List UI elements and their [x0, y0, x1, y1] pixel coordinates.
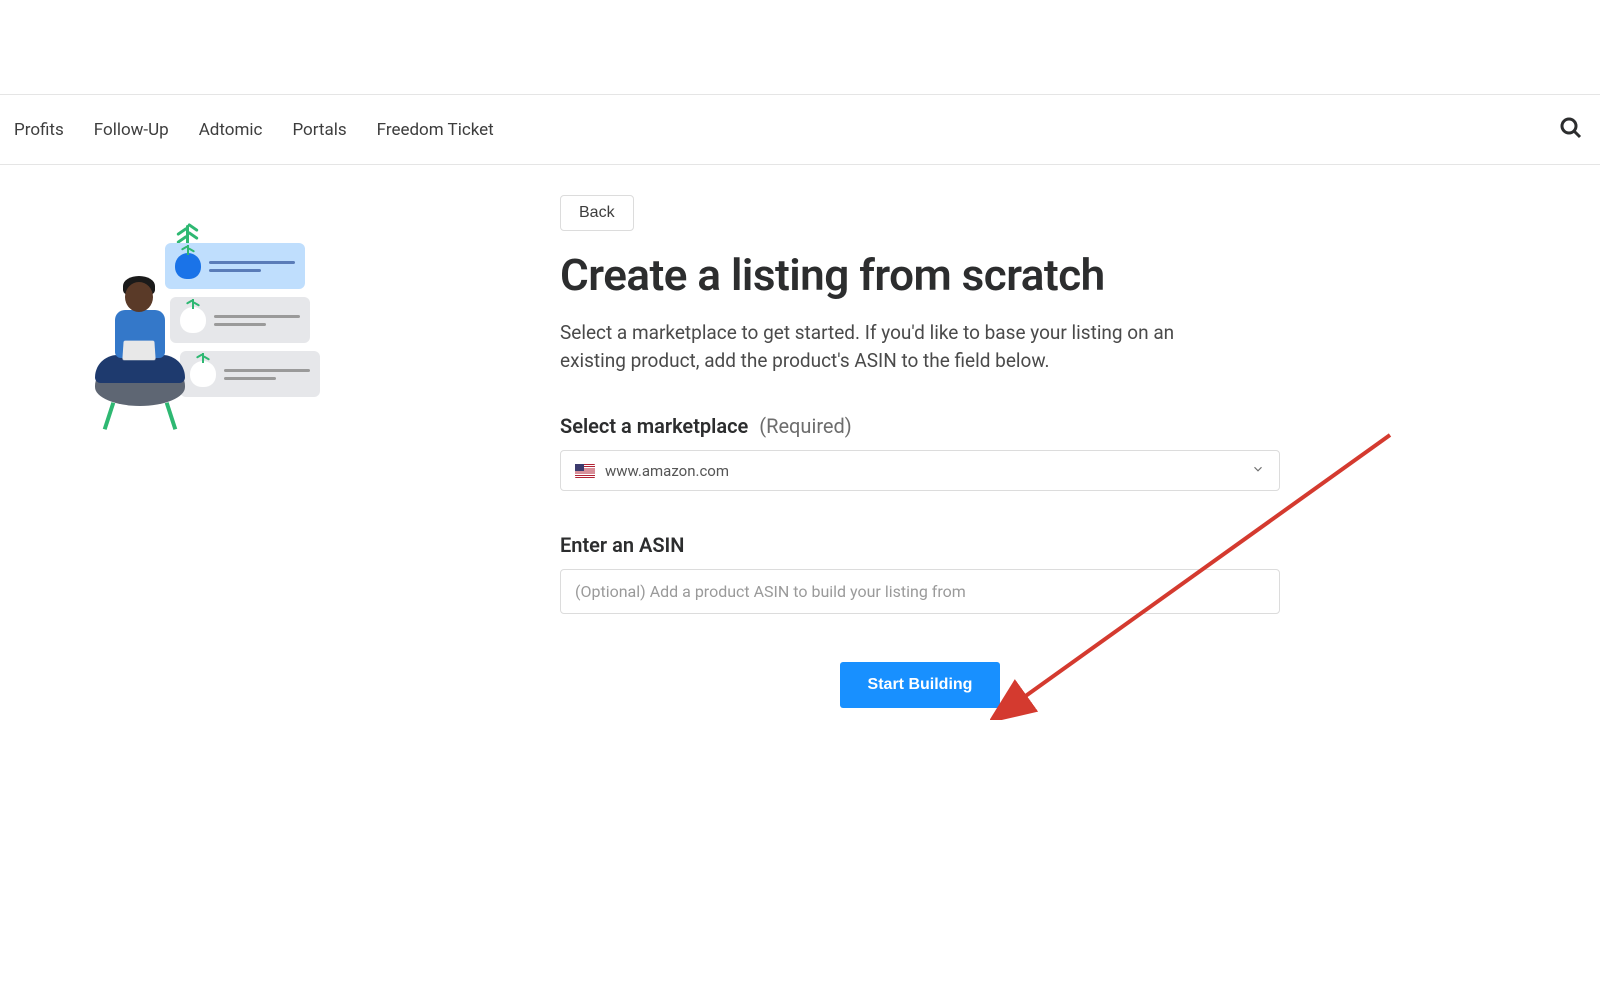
asin-label: Enter an ASIN — [560, 533, 1280, 557]
search-icon[interactable] — [1559, 116, 1588, 144]
content-column: Back Create a listing from scratch Selec… — [480, 195, 1280, 708]
illustration-card — [180, 351, 320, 397]
listing-illustration — [70, 235, 330, 445]
marketplace-label-text: Select a marketplace — [560, 414, 748, 438]
back-button[interactable]: Back — [560, 195, 634, 231]
nav-link-freedom-ticket[interactable]: Freedom Ticket — [377, 120, 494, 140]
start-building-button[interactable]: Start Building — [840, 662, 1001, 708]
nav-links: Profits Follow-Up Adtomic Portals Freedo… — [12, 120, 494, 140]
us-flag-icon — [575, 464, 595, 478]
marketplace-required-suffix: (Required) — [759, 414, 851, 438]
nav-link-portals[interactable]: Portals — [292, 120, 346, 140]
nav-link-profits[interactable]: Profits — [14, 120, 64, 140]
cta-wrap: Start Building — [560, 662, 1280, 708]
marketplace-select[interactable]: www.amazon.com — [560, 450, 1280, 491]
page-title: Create a listing from scratch — [560, 249, 1280, 301]
nav-link-adtomic[interactable]: Adtomic — [199, 120, 263, 140]
chevron-down-icon — [1251, 461, 1265, 480]
page-description: Select a marketplace to get started. If … — [560, 319, 1240, 374]
person-illustration — [85, 290, 195, 430]
nav-link-followup[interactable]: Follow-Up — [94, 120, 169, 140]
marketplace-selected-value: www.amazon.com — [605, 462, 729, 480]
nav-bar: Profits Follow-Up Adtomic Portals Freedo… — [0, 95, 1600, 165]
marketplace-label: Select a marketplace (Required) — [560, 414, 1280, 438]
main-content: Back Create a listing from scratch Selec… — [0, 165, 1600, 708]
asin-input[interactable] — [560, 569, 1280, 614]
illustration-column — [0, 195, 480, 708]
illustration-card — [165, 243, 305, 289]
top-spacer — [0, 0, 1600, 95]
